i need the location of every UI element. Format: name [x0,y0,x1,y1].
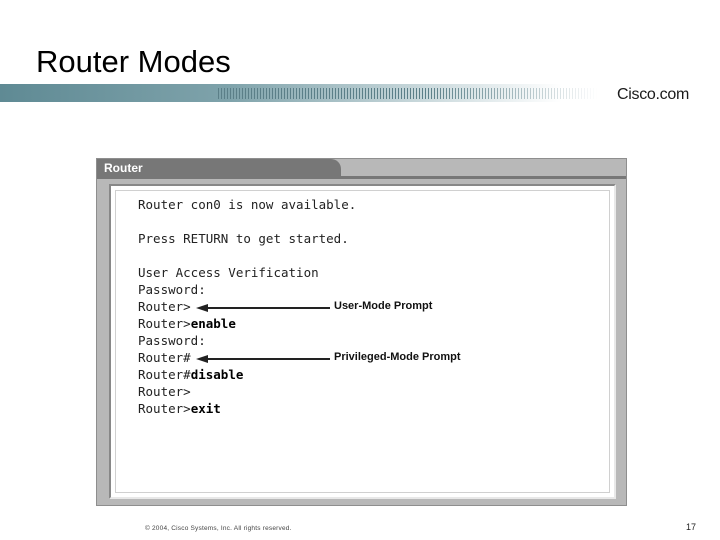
terminal-line-text: Password: [138,282,206,297]
terminal-line: Router>exit [138,401,221,416]
router-window-tab: Router [97,159,341,176]
copyright-footer: © 2004, Cisco Systems, Inc. All rights r… [145,525,292,532]
page-number: 17 [686,522,697,532]
terminal-line: Password: [138,333,206,348]
slide-title: Router Modes [36,44,231,79]
terminal-line: Router>enable [138,316,236,331]
privileged-mode-arrow [206,358,330,360]
terminal-line: Router# [138,350,191,365]
terminal-line: User Access Verification [138,265,319,280]
terminal-line-text: User Access Verification [138,265,319,280]
terminal-command: exit [190,401,221,416]
router-window-title: Router [104,161,143,175]
terminal-line-text: Password: [138,333,206,348]
terminal-command: disable [190,367,244,382]
terminal-prompt: Router> [138,384,191,399]
user-mode-callout: User-Mode Prompt [334,300,433,312]
terminal-prompt: Router> [138,299,191,314]
header-barcode-decoration [218,88,598,99]
terminal-line-text: Press RETURN to get started. [138,231,349,246]
terminal-line: Router> [138,299,191,314]
terminal-prompt: Router# [138,367,191,382]
terminal-command: enable [190,316,236,331]
router-window: Router Router con0 is now available. Pre… [96,158,627,506]
privileged-mode-callout: Privileged-Mode Prompt [334,351,461,363]
terminal-console: Router con0 is now available. Press RETU… [109,184,616,499]
terminal-line: Router> [138,384,191,399]
terminal-line: Press RETURN to get started. [138,231,349,246]
terminal-line: Password: [138,282,206,297]
terminal-inner-frame: Router con0 is now available. Press RETU… [115,190,610,493]
terminal-prompt: Router# [138,350,191,365]
terminal-line-text: Router con0 is now available. [138,197,357,212]
user-mode-arrow [206,307,330,309]
window-title-rule [97,176,626,179]
terminal-prompt: Router> [138,316,191,331]
brand-logo: Cisco.com [617,86,689,103]
terminal-line: Router#disable [138,367,243,382]
terminal-prompt: Router> [138,401,191,416]
terminal-line: Router con0 is now available. [138,197,356,212]
